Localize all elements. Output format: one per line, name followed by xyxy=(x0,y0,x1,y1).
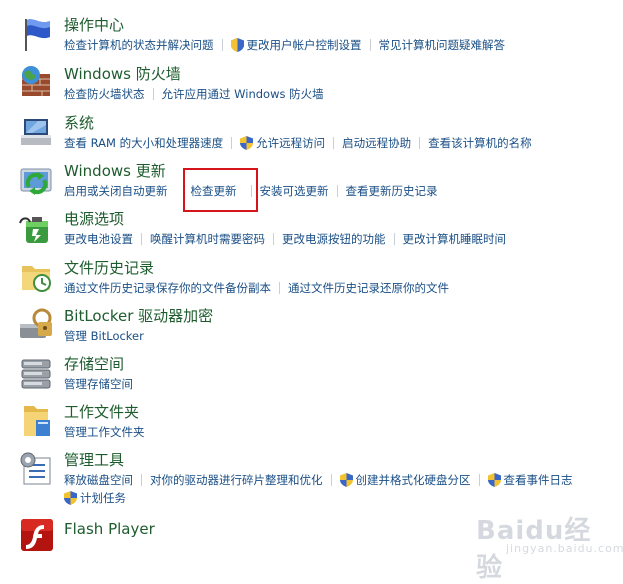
divider xyxy=(478,474,480,486)
link-label: 启动远程协助 xyxy=(342,136,412,150)
link-label: 查看 RAM 的大小和处理器速度 xyxy=(64,136,224,150)
divider xyxy=(333,137,335,149)
link-label: 更改电池设置 xyxy=(64,232,133,246)
link-remote-assist[interactable]: 启动远程协助 xyxy=(342,135,411,151)
item-title[interactable]: 存储空间 xyxy=(64,354,124,374)
link-label: 允许应用通过 Windows 防火墙 xyxy=(161,87,324,101)
item-title[interactable]: 操作中心 xyxy=(64,15,124,35)
link-label: 管理存储空间 xyxy=(64,377,133,391)
link-label: 查看事件日志 xyxy=(503,473,573,487)
link-optional-updates[interactable]: 安装可选更新 xyxy=(260,183,329,199)
link-troubleshoot[interactable]: 常见计算机问题疑难解答 xyxy=(379,37,506,53)
link-label: 管理 BitLocker xyxy=(64,329,144,343)
link-label: 允许远程访问 xyxy=(256,136,326,150)
link-defrag[interactable]: 对你的驱动器进行碎片整理和优化 xyxy=(150,472,323,488)
link-remote-access[interactable]: 允许远程访问 xyxy=(240,135,325,151)
item-title[interactable]: Windows 更新 xyxy=(64,161,166,181)
link-sleep-time[interactable]: 更改计算机睡眠时间 xyxy=(403,231,507,247)
divider xyxy=(330,474,332,486)
link-ram-cpu[interactable]: 查看 RAM 的大小和处理器速度 xyxy=(64,135,223,151)
work-folders-icon[interactable] xyxy=(18,402,56,440)
link-check-status[interactable]: 检查计算机的状态并解决问题 xyxy=(64,37,214,53)
link-restore-files[interactable]: 通过文件历史记录还原你的文件 xyxy=(288,280,449,296)
admin-tools-icon[interactable] xyxy=(18,450,56,488)
item-title[interactable]: 工作文件夹 xyxy=(64,402,139,422)
link-label: 查看更新历史记录 xyxy=(345,184,438,198)
divider xyxy=(176,185,177,197)
link-label: 通过文件历史记录保存你的文件备份副本 xyxy=(64,281,271,295)
link-label: 更改计算机睡眠时间 xyxy=(402,232,507,246)
link-uac-settings[interactable]: 更改用户帐户控制设置 xyxy=(230,37,362,53)
firewall-icon[interactable] xyxy=(18,64,56,102)
divider xyxy=(141,233,142,245)
link-label: 计划任务 xyxy=(80,491,126,505)
storage-spaces-icon[interactable] xyxy=(18,354,56,392)
link-disk-cleanup[interactable]: 释放磁盘空间 xyxy=(64,472,133,488)
link-battery-settings[interactable]: 更改电池设置 xyxy=(64,231,133,247)
link-label: 释放磁盘空间 xyxy=(64,473,133,487)
link-label: 管理工作文件夹 xyxy=(64,425,145,439)
link-event-log[interactable]: 查看事件日志 xyxy=(487,472,573,488)
item-title[interactable]: 管理工具 xyxy=(64,450,124,470)
link-label: 安装可选更新 xyxy=(259,184,329,198)
divider xyxy=(221,39,223,51)
link-auto-update[interactable]: 启用或关闭自动更新 xyxy=(64,183,168,199)
uac-shield-icon xyxy=(230,38,244,52)
link-label: 启用或关闭自动更新 xyxy=(64,184,168,198)
link-label: 创建并格式化硬盘分区 xyxy=(355,473,471,487)
bitlocker-icon[interactable] xyxy=(18,306,56,344)
uac-shield-icon xyxy=(339,473,353,487)
link-label: 检查防火墙状态 xyxy=(64,87,145,101)
link-manage-storage[interactable]: 管理存储空间 xyxy=(64,376,133,392)
link-label: 通过文件历史记录还原你的文件 xyxy=(288,281,449,295)
divider xyxy=(336,185,338,197)
uac-shield-icon xyxy=(64,491,77,505)
divider xyxy=(419,137,421,149)
item-title[interactable]: Flash Player xyxy=(64,519,155,539)
item-title[interactable]: 文件历史记录 xyxy=(64,258,154,278)
divider xyxy=(231,137,233,149)
link-computer-name[interactable]: 查看该计算机的名称 xyxy=(428,135,532,151)
divider xyxy=(141,474,142,486)
link-label: 对你的驱动器进行碎片整理和优化 xyxy=(150,473,323,487)
divider xyxy=(393,233,395,245)
link-label: 检查计算机的状态并解决问题 xyxy=(64,38,214,52)
link-manage-bitlocker[interactable]: 管理 BitLocker xyxy=(64,328,144,344)
link-manage-work-folders[interactable]: 管理工作文件夹 xyxy=(64,424,145,440)
baidu-watermark: Baidu经验 jingyan.baidu.com xyxy=(476,508,623,583)
link-label: 查看该计算机的名称 xyxy=(428,136,532,150)
item-title[interactable]: 电源选项 xyxy=(64,209,124,229)
windows-update-icon[interactable] xyxy=(18,163,56,201)
power-icon[interactable] xyxy=(18,209,56,247)
item-title[interactable]: BitLocker 驱动器加密 xyxy=(64,306,213,326)
file-history-icon[interactable] xyxy=(18,258,56,296)
uac-shield-icon xyxy=(240,136,254,150)
link-label: 更改电源按钮的功能 xyxy=(282,232,386,246)
watermark-url: jingyan.baidu.com xyxy=(506,542,623,555)
flash-player-icon[interactable] xyxy=(18,517,56,555)
link-task-scheduler[interactable]: 计划任务 xyxy=(64,490,126,506)
flag-icon[interactable] xyxy=(18,15,56,53)
link-label: 唤醒计算机时需要密码 xyxy=(150,232,265,246)
item-title[interactable]: 系统 xyxy=(64,113,94,133)
link-partitions[interactable]: 创建并格式化硬盘分区 xyxy=(339,472,471,488)
divider xyxy=(152,88,154,100)
divider xyxy=(273,233,274,245)
link-backup-files[interactable]: 通过文件历史记录保存你的文件备份副本 xyxy=(64,280,271,296)
divider xyxy=(279,282,280,294)
system-icon[interactable] xyxy=(18,113,56,151)
highlight-box xyxy=(183,168,258,212)
link-wake-password[interactable]: 唤醒计算机时需要密码 xyxy=(150,231,265,247)
link-power-button[interactable]: 更改电源按钮的功能 xyxy=(282,231,386,247)
link-update-history[interactable]: 查看更新历史记录 xyxy=(346,183,438,199)
uac-shield-icon xyxy=(487,473,501,487)
link-firewall-status[interactable]: 检查防火墙状态 xyxy=(64,86,145,102)
item-title[interactable]: Windows 防火墙 xyxy=(64,64,181,84)
link-allow-app[interactable]: 允许应用通过 Windows 防火墙 xyxy=(162,86,324,102)
divider xyxy=(369,39,371,51)
link-label: 常见计算机问题疑难解答 xyxy=(378,38,506,52)
link-label: 更改用户帐户控制设置 xyxy=(246,38,362,52)
